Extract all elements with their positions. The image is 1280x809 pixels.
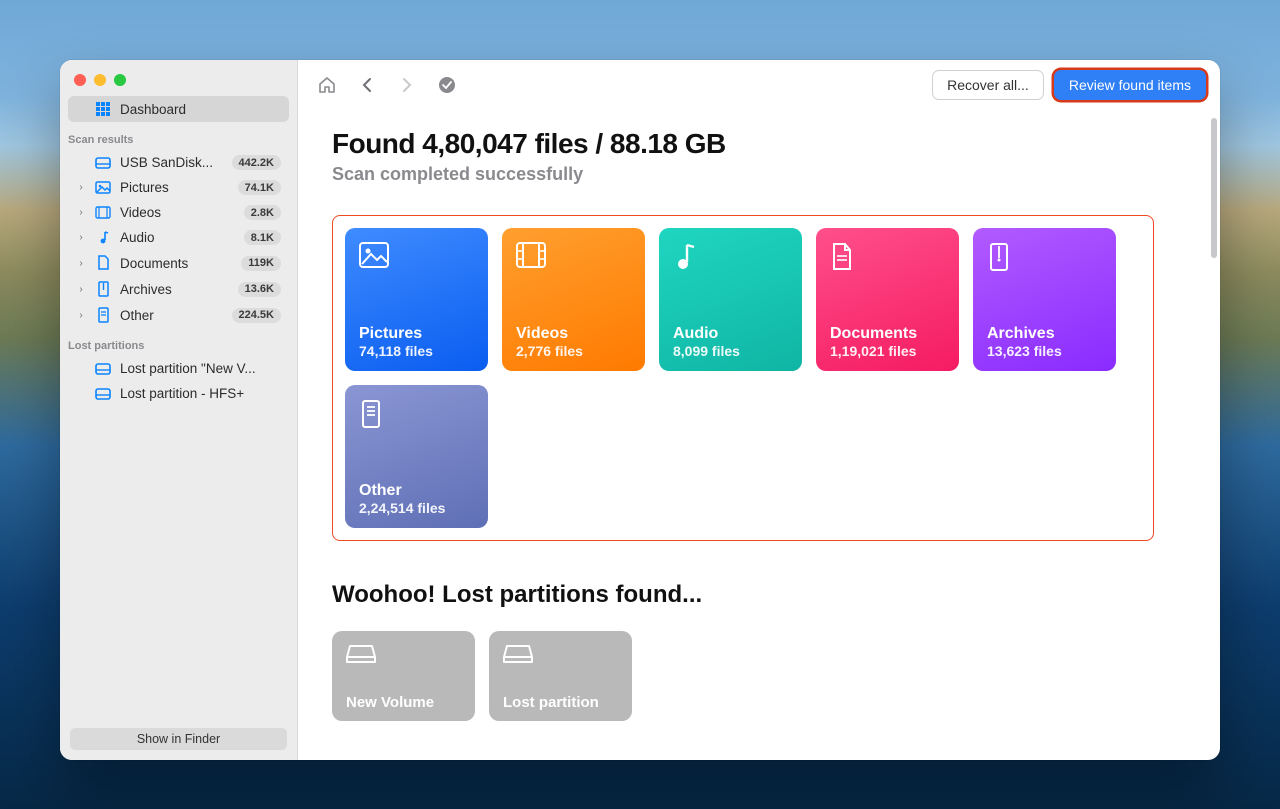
home-icon[interactable] [316, 74, 338, 96]
scrollbar-thumb[interactable] [1211, 118, 1217, 258]
sidebar: Dashboard Scan results USB SanDisk... 44… [60, 60, 298, 760]
tile-documents[interactable]: Documents 1,19,021 files [816, 228, 959, 371]
minimize-icon[interactable] [94, 74, 106, 86]
tile-name: Audio [673, 325, 788, 343]
tile-name: Pictures [359, 325, 474, 343]
image-icon [359, 242, 389, 268]
sidebar-item-pictures[interactable]: › Pictures 74.1K [68, 175, 289, 200]
drive-icon [503, 643, 533, 665]
badge: 74.1K [238, 180, 281, 195]
sidebar-archives-label: Archives [120, 282, 230, 297]
badge: 8.1K [244, 230, 281, 245]
other-icon [94, 307, 112, 323]
chevron-right-icon[interactable]: › [76, 284, 86, 295]
drive-icon [346, 643, 376, 665]
forward-icon[interactable] [396, 74, 418, 96]
tile-name: Other [359, 482, 474, 500]
badge: 442.2K [232, 155, 281, 170]
tile-sub: 2,776 files [516, 343, 631, 359]
recover-all-button[interactable]: Recover all... [932, 70, 1044, 100]
sidebar-usb-label: USB SanDisk... [120, 155, 224, 170]
lost-partitions-heading: Woohoo! Lost partitions found... [332, 581, 1186, 609]
film-icon [94, 206, 112, 219]
sidebar-item-usb[interactable]: USB SanDisk... 442.2K [68, 150, 289, 175]
chevron-right-icon[interactable]: › [76, 182, 86, 193]
tile-name: Videos [516, 325, 631, 343]
tile-other[interactable]: Other 2,24,514 files [345, 385, 488, 528]
tile-sub: 8,099 files [673, 343, 788, 359]
document-icon [830, 242, 854, 272]
sidebar-item-videos[interactable]: › Videos 2.8K [68, 200, 289, 225]
back-icon[interactable] [356, 74, 378, 96]
scan-results-label: Scan results [60, 122, 297, 150]
window-controls [60, 60, 297, 96]
music-icon [673, 242, 697, 272]
tile-sub: 74,118 files [359, 343, 474, 359]
music-icon [94, 230, 112, 245]
chevron-right-icon[interactable]: › [76, 310, 86, 321]
close-icon[interactable] [74, 74, 86, 86]
sidebar-item-lost-0[interactable]: Lost partition "New V... [68, 356, 289, 381]
image-icon [94, 181, 112, 194]
badge: 119K [241, 256, 281, 271]
sidebar-audio-label: Audio [120, 230, 236, 245]
sidebar-videos-label: Videos [120, 205, 236, 220]
sidebar-pictures-label: Pictures [120, 180, 230, 195]
sidebar-item-audio[interactable]: › Audio 8.1K [68, 225, 289, 250]
app-window: Dashboard Scan results USB SanDisk... 44… [60, 60, 1220, 760]
tile-videos[interactable]: Videos 2,776 files [502, 228, 645, 371]
content-scroll[interactable]: Found 4,80,047 files / 88.18 GB Scan com… [298, 110, 1220, 760]
archive-icon [94, 281, 112, 297]
zoom-icon[interactable] [114, 74, 126, 86]
file-icon [359, 399, 383, 429]
document-icon [94, 255, 112, 271]
drive-icon [94, 388, 112, 400]
chevron-right-icon[interactable]: › [76, 232, 86, 243]
badge: 13.6K [238, 282, 281, 297]
toolbar: Recover all... Review found items [298, 60, 1220, 110]
lost-partition-tiles: New Volume Lost partition [332, 631, 1186, 729]
checkmark-icon[interactable] [436, 74, 458, 96]
tile-sub: 13,623 files [987, 343, 1102, 359]
lost-0-label: Lost partition "New V... [120, 361, 281, 376]
subhead: Scan completed successfully [332, 164, 1186, 185]
tile-archives[interactable]: Archives 13,623 files [973, 228, 1116, 371]
chevron-right-icon[interactable]: › [76, 207, 86, 218]
sidebar-documents-label: Documents [120, 256, 233, 271]
tile-sub: 2,24,514 files [359, 500, 474, 516]
tile-audio[interactable]: Audio 8,099 files [659, 228, 802, 371]
lost-tile-name: New Volume [346, 694, 461, 711]
lost-tile-name: Lost partition [503, 694, 618, 711]
tile-sub: 1,19,021 files [830, 343, 945, 359]
show-in-finder-button[interactable]: Show in Finder [70, 728, 287, 750]
lost-1-label: Lost partition - HFS+ [120, 386, 281, 401]
main-area: Recover all... Review found items Found … [298, 60, 1220, 760]
tile-pictures[interactable]: Pictures 74,118 files [345, 228, 488, 371]
lost-partitions-label: Lost partitions [60, 328, 297, 356]
dashboard-label: Dashboard [120, 102, 281, 117]
sidebar-item-documents[interactable]: › Documents 119K [68, 250, 289, 276]
drive-icon [94, 157, 112, 169]
sidebar-item-lost-1[interactable]: Lost partition - HFS+ [68, 381, 289, 406]
sidebar-other-label: Other [120, 308, 224, 323]
archive-icon [987, 242, 1011, 272]
drive-icon [94, 363, 112, 375]
film-icon [516, 242, 546, 268]
category-tiles: Pictures 74,118 files Videos 2,776 files… [332, 215, 1154, 541]
tile-name: Documents [830, 325, 945, 343]
headline: Found 4,80,047 files / 88.18 GB [332, 128, 1186, 160]
sidebar-item-archives[interactable]: › Archives 13.6K [68, 276, 289, 302]
tile-name: Archives [987, 325, 1102, 343]
chevron-right-icon[interactable]: › [76, 258, 86, 269]
badge: 2.8K [244, 205, 281, 220]
lost-tile-new-volume[interactable]: New Volume [332, 631, 475, 721]
badge: 224.5K [232, 308, 281, 323]
grid-icon [94, 101, 112, 117]
lost-tile-lost-partition[interactable]: Lost partition [489, 631, 632, 721]
sidebar-item-dashboard[interactable]: Dashboard [68, 96, 289, 122]
review-found-items-button[interactable]: Review found items [1054, 70, 1206, 100]
sidebar-item-other[interactable]: › Other 224.5K [68, 302, 289, 328]
